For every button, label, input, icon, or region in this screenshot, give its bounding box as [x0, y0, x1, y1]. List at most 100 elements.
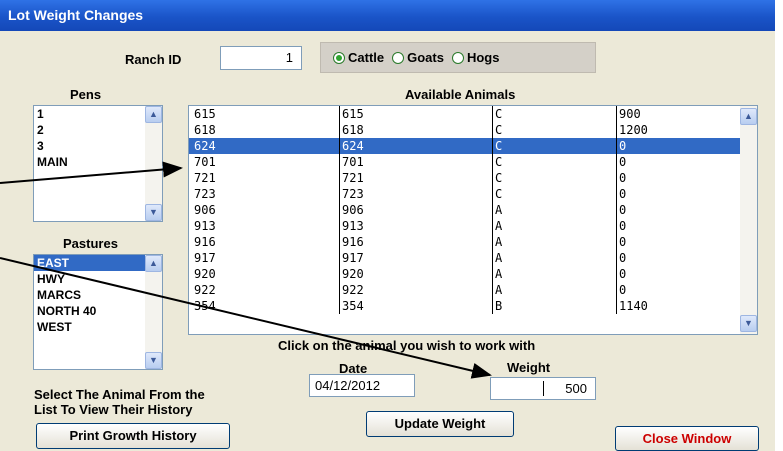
radio-goats[interactable]: Goats [392, 50, 444, 65]
table-cell: A [492, 202, 616, 218]
print-growth-history-button[interactable]: Print Growth History [36, 423, 230, 449]
window-title: Lot Weight Changes [0, 0, 775, 31]
table-cell: 723 [339, 186, 492, 202]
animals-table[interactable]: 615 615 C 900 618 618 C 1200 624 624 C 0 701 701 C 0 721… [188, 105, 758, 335]
radio-cattle[interactable]: Cattle [333, 50, 384, 65]
species-radio-group: Cattle Goats Hogs [320, 42, 596, 73]
table-row[interactable]: 721 721 C 0 [189, 170, 757, 186]
table-cell: 916 [194, 235, 216, 249]
radio-cattle-label: Cattle [348, 50, 385, 65]
date-input[interactable]: 04/12/2012 [309, 374, 415, 397]
table-cell: 917 [339, 250, 492, 266]
list-item[interactable]: 3 [34, 138, 162, 154]
table-cell: A [492, 250, 616, 266]
table-cell: A [492, 266, 616, 282]
radio-unselected-icon [451, 51, 464, 64]
scroll-up-icon[interactable]: ▲ [740, 108, 757, 125]
scroll-down-icon[interactable]: ▼ [145, 204, 162, 221]
text-caret [543, 381, 544, 396]
pastures-header: Pastures [63, 236, 118, 251]
table-cell: C [492, 154, 616, 170]
table-cell: 721 [339, 170, 492, 186]
weight-input[interactable]: 500 [490, 377, 596, 400]
scroll-up-icon[interactable]: ▲ [145, 255, 162, 272]
radio-unselected-icon [392, 51, 405, 64]
list-item[interactable]: NORTH 40 [34, 303, 162, 319]
table-cell: 0 [616, 202, 741, 218]
table-cell: 0 [616, 282, 741, 298]
table-cell: 913 [339, 218, 492, 234]
table-cell: 922 [339, 282, 492, 298]
weight-value: 500 [565, 381, 587, 396]
table-cell: 906 [339, 202, 492, 218]
list-item[interactable]: MAIN [34, 154, 162, 170]
instruction-text: Click on the animal you wish to work wit… [278, 338, 536, 353]
radio-goats-label: Goats [407, 50, 444, 65]
pens-list[interactable]: 1 2 3 MAIN ▲ ▼ [33, 105, 163, 222]
table-cell: 0 [616, 186, 741, 202]
table-row[interactable]: 615 615 C 900 [189, 106, 757, 122]
select-hint: Select The Animal From the List To View … [34, 387, 205, 417]
table-cell: A [492, 218, 616, 234]
table-cell: 615 [339, 106, 492, 122]
table-cell: 920 [339, 266, 492, 282]
animals-scrollbar[interactable]: ▲ ▼ [740, 106, 757, 334]
table-row[interactable]: 916 916 A 0 [189, 234, 757, 250]
table-cell: 354 [194, 299, 216, 313]
pens-scrollbar[interactable]: ▲ ▼ [145, 106, 162, 221]
table-cell: C [492, 186, 616, 202]
list-item[interactable]: MARCS [34, 287, 162, 303]
scroll-down-icon[interactable]: ▼ [145, 352, 162, 369]
table-cell: 0 [616, 234, 741, 250]
table-cell: C [492, 122, 616, 138]
pens-header: Pens [70, 87, 102, 102]
table-cell: 701 [194, 155, 216, 169]
table-row[interactable]: 906 906 A 0 [189, 202, 757, 218]
table-row[interactable]: 723 723 C 0 [189, 186, 757, 202]
table-cell: 0 [616, 170, 741, 186]
table-row[interactable]: 624 624 C 0 [189, 138, 757, 154]
table-cell: C [492, 170, 616, 186]
list-item[interactable]: 1 [34, 106, 162, 122]
table-cell: 913 [194, 219, 216, 233]
table-cell: 1200 [616, 122, 741, 138]
select-hint-line1: Select The Animal From the [34, 387, 205, 402]
table-cell: 618 [339, 122, 492, 138]
close-window-button[interactable]: Close Window [615, 426, 759, 451]
table-cell: B [492, 298, 616, 314]
table-cell: 0 [616, 218, 741, 234]
table-cell: 615 [194, 107, 216, 121]
scroll-up-icon[interactable]: ▲ [145, 106, 162, 123]
update-weight-button[interactable]: Update Weight [366, 411, 514, 437]
table-cell: 624 [339, 138, 492, 154]
table-row[interactable]: 922 922 A 0 [189, 282, 757, 298]
table-cell: 354 [339, 298, 492, 314]
animals-header: Available Animals [405, 87, 516, 102]
table-cell: 920 [194, 267, 216, 281]
table-row[interactable]: 354 354 B 1140 [189, 298, 757, 314]
scroll-down-icon[interactable]: ▼ [740, 315, 757, 332]
list-item[interactable]: WEST [34, 319, 162, 335]
table-cell: 0 [616, 154, 741, 170]
table-cell: 916 [339, 234, 492, 250]
table-cell: 906 [194, 203, 216, 217]
table-cell: 618 [194, 123, 216, 137]
list-item[interactable]: EAST [34, 255, 162, 271]
pastures-scrollbar[interactable]: ▲ ▼ [145, 255, 162, 369]
table-row[interactable]: 701 701 C 0 [189, 154, 757, 170]
table-row[interactable]: 920 920 A 0 [189, 266, 757, 282]
radio-hogs[interactable]: Hogs [451, 50, 499, 65]
table-cell: 0 [616, 266, 741, 282]
table-row[interactable]: 917 917 A 0 [189, 250, 757, 266]
table-cell: C [492, 138, 616, 154]
table-row[interactable]: 913 913 A 0 [189, 218, 757, 234]
table-row[interactable]: 618 618 C 1200 [189, 122, 757, 138]
table-cell: 0 [616, 138, 741, 154]
table-cell: 922 [194, 283, 216, 297]
list-item[interactable]: 2 [34, 122, 162, 138]
weight-label: Weight [507, 360, 551, 375]
pastures-list[interactable]: EAST HWY MARCS NORTH 40 WEST ▲ ▼ [33, 254, 163, 370]
list-item[interactable]: HWY [34, 271, 162, 287]
ranch-id-input[interactable]: 1 [220, 46, 302, 70]
table-cell: C [492, 106, 616, 122]
